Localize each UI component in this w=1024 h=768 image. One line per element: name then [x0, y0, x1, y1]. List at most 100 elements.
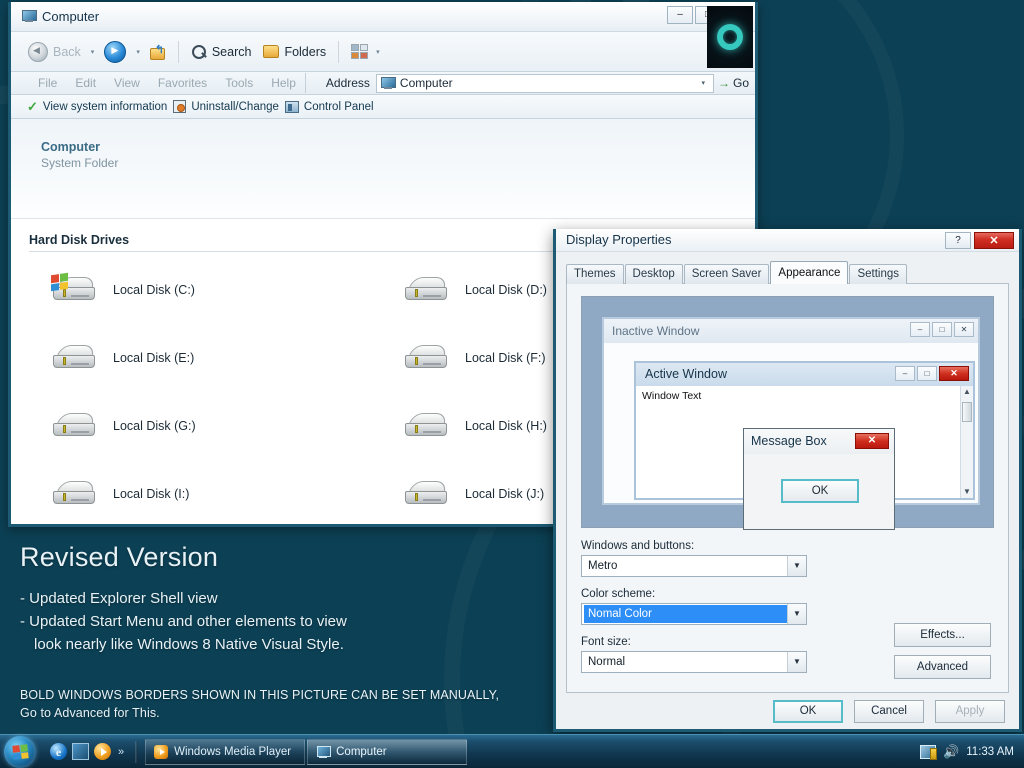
- minimize-button: –: [895, 366, 915, 381]
- notes-title: Revised Version: [20, 542, 499, 573]
- back-history-caret-icon[interactable]: ▾: [88, 48, 98, 56]
- dialog-titlebar[interactable]: Display Properties ? ✕: [556, 229, 1019, 252]
- drive-item-c[interactable]: Local Disk (C:): [51, 274, 403, 306]
- color-scheme-value: Nomal Color: [584, 605, 787, 623]
- folders-button[interactable]: Folders: [258, 43, 331, 61]
- scroll-down-icon: ▼: [963, 486, 971, 498]
- footer-line: BOLD WINDOWS BORDERS SHOWN IN THIS PICTU…: [20, 686, 499, 704]
- close-button[interactable]: ✕: [974, 232, 1014, 249]
- uninstall-change-link[interactable]: Uninstall/Change: [173, 100, 279, 113]
- quick-launch-bar[interactable]: e »: [50, 741, 138, 763]
- tab-appearance[interactable]: Appearance: [770, 261, 848, 284]
- font-size-select[interactable]: Normal ▼: [581, 651, 807, 673]
- back-button[interactable]: Back: [23, 40, 86, 64]
- menu-tools[interactable]: Tools: [216, 76, 262, 90]
- color-scheme-select[interactable]: Nomal Color ▼: [581, 603, 807, 625]
- chevron-down-icon[interactable]: ▼: [787, 604, 806, 624]
- quick-launch-overflow-icon[interactable]: »: [118, 746, 124, 758]
- toolbar-separator: [178, 41, 179, 63]
- drive-label: Local Disk (J:): [465, 487, 544, 501]
- chevron-down-icon[interactable]: ▾: [696, 79, 710, 87]
- tab-desktop[interactable]: Desktop: [625, 264, 683, 284]
- menu-edit[interactable]: Edit: [66, 76, 105, 90]
- chevron-down-icon[interactable]: ▼: [787, 652, 806, 672]
- preview-inactive-controls: – □ ✕: [910, 322, 974, 337]
- internet-explorer-icon[interactable]: e: [50, 743, 67, 760]
- help-button[interactable]: ?: [945, 232, 971, 249]
- cancel-button[interactable]: Cancel: [854, 700, 924, 723]
- explorer-toolbar[interactable]: Back ▾ ▾ Search Folders ▾: [11, 32, 755, 72]
- desktop[interactable]: Revised Version - Updated Explorer Shell…: [0, 0, 1024, 768]
- maximize-button: □: [932, 322, 952, 337]
- menu-help[interactable]: Help: [262, 76, 305, 90]
- taskbar[interactable]: e » Windows Media Player Computer 🔊 11:3…: [0, 734, 1024, 768]
- forward-button[interactable]: [99, 39, 131, 65]
- tab-themes[interactable]: Themes: [566, 264, 624, 284]
- tab-settings[interactable]: Settings: [849, 264, 907, 284]
- chevron-down-icon[interactable]: ▼: [787, 556, 806, 576]
- clock[interactable]: 11:33 AM: [966, 746, 1014, 758]
- close-button: ✕: [855, 433, 889, 449]
- tab-screen-saver[interactable]: Screen Saver: [684, 264, 770, 284]
- windows-media-player-icon[interactable]: [94, 743, 111, 760]
- forward-history-caret-icon[interactable]: ▾: [133, 48, 143, 56]
- drive-item-i[interactable]: Local Disk (I:): [51, 478, 403, 510]
- explorer-menubar[interactable]: File Edit View Favorites Tools Help Addr…: [11, 72, 755, 95]
- task-button-windows-media-player[interactable]: Windows Media Player: [145, 739, 305, 765]
- hard-disk-icon: [403, 274, 451, 306]
- control-panel-link[interactable]: Control Panel: [285, 101, 374, 113]
- drive-item-e[interactable]: Local Disk (E:): [51, 342, 403, 374]
- display-properties-dialog[interactable]: Display Properties ? ✕ Themes Desktop Sc…: [553, 229, 1022, 732]
- windows-flag-icon: [51, 273, 68, 291]
- dialog-window-controls[interactable]: ? ✕: [945, 232, 1014, 249]
- control-panel-icon: [285, 101, 299, 113]
- ok-button[interactable]: OK: [773, 700, 843, 723]
- task-buttons[interactable]: Windows Media Player Computer: [145, 739, 467, 765]
- network-icon[interactable]: [920, 745, 936, 759]
- menu-favorites[interactable]: Favorites: [149, 76, 216, 90]
- dialog-title: Display Properties: [566, 232, 672, 247]
- dialog-tabs[interactable]: Themes Desktop Screen Saver Appearance S…: [556, 261, 1019, 284]
- folder-icon: [263, 45, 279, 58]
- explorer-titlebar[interactable]: Computer – □ ✕: [11, 2, 755, 32]
- volume-icon[interactable]: 🔊: [943, 745, 959, 759]
- drive-label: Local Disk (D:): [465, 283, 547, 297]
- show-desktop-icon[interactable]: [72, 743, 89, 760]
- close-button: ✕: [939, 366, 969, 381]
- explorer-taskbar-links[interactable]: ✓ View system information Uninstall/Chan…: [11, 95, 755, 119]
- notes-footer: BOLD WINDOWS BORDERS SHOWN IN THIS PICTU…: [20, 686, 499, 722]
- menu-file[interactable]: File: [29, 76, 66, 90]
- menu-view[interactable]: View: [105, 76, 149, 90]
- minimize-button: –: [910, 322, 930, 337]
- windows-and-buttons-select[interactable]: Metro ▼: [581, 555, 807, 577]
- advanced-button[interactable]: Advanced: [894, 655, 991, 679]
- appearance-preview[interactable]: Inactive Window – □ ✕ Active Window –: [581, 296, 994, 528]
- views-button[interactable]: ▾: [346, 42, 388, 61]
- preview-scrollbar: ▲ ▼: [960, 386, 973, 498]
- folder-header: Computer System Folder: [11, 119, 755, 219]
- menubar-separator: [305, 73, 306, 93]
- system-tray[interactable]: 🔊 11:33 AM: [920, 745, 1024, 759]
- computer-icon: [21, 10, 36, 23]
- windows-media-player-icon: [154, 745, 168, 759]
- drive-item-g[interactable]: Local Disk (G:): [51, 410, 403, 442]
- drive-label: Local Disk (I:): [113, 487, 189, 501]
- ring-logo-icon: [717, 24, 743, 50]
- preview-window-text: Window Text: [642, 390, 701, 402]
- search-button[interactable]: Search: [186, 42, 257, 62]
- preview-message-box-titlebar: Message Box ✕: [744, 429, 894, 454]
- effects-button[interactable]: Effects...: [894, 623, 991, 647]
- view-system-information-link[interactable]: ✓ View system information: [27, 100, 167, 113]
- preview-active-title-text: Active Window: [645, 367, 727, 381]
- preview-message-box-title: Message Box: [751, 434, 827, 448]
- up-button[interactable]: [145, 43, 171, 61]
- uninstall-icon: [173, 100, 186, 113]
- views-caret-icon[interactable]: ▾: [373, 48, 383, 56]
- minimize-button[interactable]: –: [667, 6, 693, 24]
- start-button[interactable]: [4, 736, 36, 768]
- go-button[interactable]: → Go: [716, 76, 755, 90]
- uninstall-change-label: Uninstall/Change: [191, 101, 279, 113]
- task-button-computer[interactable]: Computer: [307, 739, 467, 765]
- address-input[interactable]: Computer ▾: [376, 74, 714, 93]
- toolbar-separator: [338, 41, 339, 63]
